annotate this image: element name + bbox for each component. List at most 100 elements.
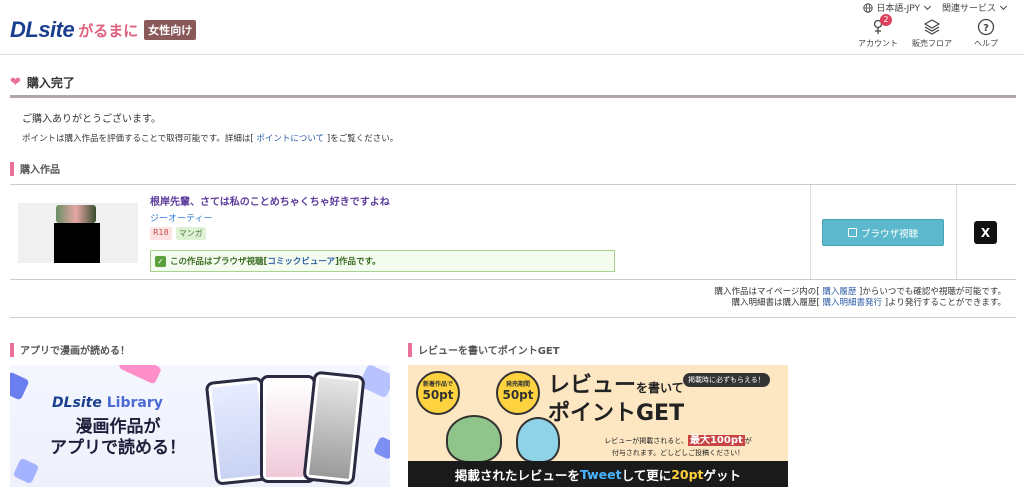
heart-icon: ❤	[10, 75, 21, 90]
footer-part-c: して更に	[621, 467, 672, 483]
note-2-post: ]より発行することができます。	[882, 298, 1006, 308]
thumbnail-cover	[54, 223, 100, 263]
work-thumbnail[interactable]	[18, 203, 138, 263]
review-desc-highlight: 最大100pt	[687, 435, 745, 446]
help-label: ヘルプ	[974, 39, 998, 48]
browser-view-icon	[847, 228, 857, 237]
purchased-heading-label: 購入作品	[20, 165, 60, 176]
tag-genre[interactable]: マンガ	[175, 227, 206, 240]
viewer-notice: ✓ この作品はブラウザ視聴[ コミックビューア ]作品です。	[150, 250, 615, 272]
account-button[interactable]: 2 アカウント	[856, 14, 900, 49]
section-bar	[408, 342, 412, 357]
decor-tile	[12, 457, 40, 485]
site-logo[interactable]: DLsite がるまに 女性向け	[10, 17, 197, 43]
check-shield-icon: ✓	[155, 255, 166, 267]
purchase-notes: 購入作品はマイページ内の[ 購入履歴 ]からいつでも確認や視聴が可能です。 購入…	[714, 287, 1006, 309]
browser-view-button[interactable]: ブラウザ視聴	[822, 219, 944, 246]
logo-female-tag: 女性向け	[144, 20, 197, 40]
x-logo-icon: X	[980, 225, 991, 240]
work-title-link[interactable]: 根岸先輩、さては私のことめちゃくちゃ好きですよね	[150, 193, 390, 208]
sales-floor-label: 販売フロア	[912, 39, 952, 48]
review-title-a: レビュー	[548, 373, 637, 398]
app-heading-label: アプリで漫画が読める！	[20, 346, 130, 357]
thanks-message: ご購入ありがとうございます。	[22, 114, 161, 125]
language-selector[interactable]: 日本語-JPY	[863, 1, 932, 14]
browser-view-label: ブラウザ視聴	[860, 228, 918, 240]
note-line-1: 購入作品はマイページ内の[ 購入履歴 ]からいつでも確認や視聴が可能です。	[714, 287, 1006, 298]
app-section-heading: アプリで漫画が読める！	[10, 342, 130, 357]
page-title-bar: ❤ 購入完了	[10, 70, 1016, 98]
viewer-notice-post: ]作品です。	[335, 257, 381, 267]
footer-tweet: Tweet	[579, 466, 622, 482]
app-banner-text: 漫画作品が アプリで読める！	[48, 417, 188, 459]
page-title: 購入完了	[26, 76, 75, 90]
account-label: アカウント	[858, 39, 898, 48]
note-2-pre: 購入明細書は購入履歴[	[731, 298, 823, 308]
review-banner[interactable]: 新着作品で 50pt 発売期間 50pt 掲載時に必ずもらえる！ レビューを書い…	[408, 365, 788, 487]
decor-tile	[10, 371, 30, 401]
app-banner-line-1: 漫画作品が	[75, 417, 161, 437]
language-label: 日本語-JPY	[876, 4, 920, 14]
review-desc-post: が	[744, 437, 752, 445]
layers-icon	[923, 19, 941, 35]
globe-icon	[863, 2, 873, 13]
badge-release-period: 発売期間 50pt	[496, 371, 540, 415]
account-badge: 2	[880, 14, 892, 26]
receipt-issue-link[interactable]: 購入明細書発行	[822, 298, 882, 308]
chevron-down-icon	[923, 2, 932, 10]
comic-viewer-link[interactable]: コミックビューア	[267, 255, 335, 267]
logo-dlsite: DLsite	[10, 17, 75, 42]
help-button[interactable]: ? ヘルプ	[964, 18, 1008, 49]
section-bar	[10, 342, 14, 357]
point-info-pre: ポイントは購入作品を評価することで取得可能です。詳細は[	[22, 134, 257, 144]
badge-1-big: 50pt	[422, 388, 454, 402]
badge-2-small: 発売期間	[505, 381, 530, 388]
review-heading-label: レビューを書いてポイントGET	[418, 346, 560, 357]
badge-new-works: 新着作品で 50pt	[416, 371, 460, 415]
point-info-post: ]をご覧ください。	[324, 134, 399, 144]
phone-screen	[211, 382, 267, 480]
tag-r18: R18	[150, 227, 172, 240]
phone-mockup	[302, 370, 366, 486]
column-divider	[956, 185, 957, 279]
review-banner-footer: 掲載されたレビューを Tweet して更に 20pt ゲット	[408, 461, 788, 487]
related-services-label: 関連サービス	[941, 4, 996, 14]
related-services-menu[interactable]: 関連サービス	[941, 1, 1008, 14]
help-icon: ?	[977, 18, 995, 36]
app-banner[interactable]: DLsite Library 漫画作品が アプリで読める！	[10, 365, 390, 487]
review-description: レビューが掲載されると、 最大100pt が 付与されます。どしどしご投稿ください！	[568, 435, 788, 459]
app-banner-line-2: アプリで読める！	[50, 438, 186, 458]
site-header: DLsite がるまに 女性向け 日本語-JPY 関連サービス 2 アカウント …	[0, 0, 1024, 55]
note-1-pre: 購入作品はマイページ内の[	[714, 287, 823, 297]
work-tags: R18 マンガ	[150, 227, 206, 240]
phone-screen	[308, 377, 360, 479]
review-desc-line-2: 付与されます。どしどしご投稿ください！	[611, 449, 745, 457]
viewer-notice-pre: この作品はブラウザ視聴[	[170, 257, 268, 267]
decor-tile	[373, 436, 390, 460]
footer-part-a: 掲載されたレビューを	[454, 467, 580, 483]
badge-2-big: 50pt	[502, 388, 534, 402]
mascot-dino	[446, 415, 502, 463]
header-icons: 2 アカウント 販売フロア ? ヘルプ	[856, 14, 1008, 49]
logo-girls-maniax: がるまに	[78, 21, 139, 40]
column-divider	[810, 185, 811, 279]
maker-link[interactable]: ジーオーティー	[150, 211, 212, 224]
top-nav: 日本語-JPY 関連サービス	[863, 1, 1008, 14]
review-banner-title: レビューを書いて ポイントGET	[548, 373, 684, 427]
point-info-link[interactable]: ポイントについて	[256, 134, 324, 144]
badge-1-small: 新着作品で	[422, 381, 453, 388]
review-desc-pre: レビューが掲載されると、	[604, 437, 688, 445]
sales-floor-button[interactable]: 販売フロア	[910, 18, 954, 49]
thumbnail-art	[56, 205, 96, 223]
review-section-heading: レビューを書いてポイントGET	[408, 342, 560, 357]
point-info: ポイントは購入作品を評価することで取得可能です。詳細は[ ポイントについて ]を…	[22, 132, 398, 144]
review-title-c: ポイントGET	[548, 401, 685, 426]
svg-text:?: ?	[983, 23, 989, 34]
note-line-2: 購入明細書は購入履歴[ 購入明細書発行 ]より発行することができます。	[714, 298, 1006, 309]
purchased-table: 根岸先輩、さては私のことめちゃくちゃ好きですよね ジーオーティー R18 マンガ…	[10, 184, 1016, 280]
section-bar	[10, 161, 14, 176]
decor-tile	[118, 365, 162, 385]
x-share-button[interactable]: X	[974, 221, 997, 244]
footer-part-e: ゲット	[703, 467, 742, 483]
purchase-history-link[interactable]: 購入履歴	[822, 287, 856, 297]
